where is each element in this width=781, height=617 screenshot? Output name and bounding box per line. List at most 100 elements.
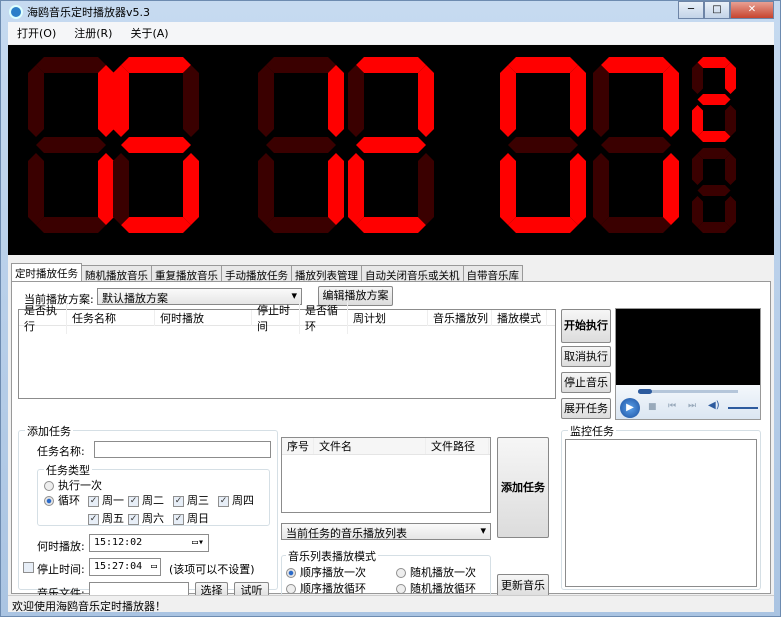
menu-about[interactable]: 关于(A) <box>121 25 177 41</box>
segment-b <box>328 65 344 137</box>
random-loop-radio[interactable] <box>396 584 406 594</box>
random-once-label: 随机播放一次 <box>410 566 476 579</box>
play-mode-legend: 音乐列表播放模式 <box>286 548 378 564</box>
day-label: 周日 <box>187 512 209 525</box>
segment-d <box>36 217 106 233</box>
segment-g <box>121 137 191 153</box>
segment-d <box>601 217 671 233</box>
day-5[interactable]: ✓ 周六 <box>128 510 164 526</box>
day-4[interactable]: ✓ 周五 <box>88 510 124 526</box>
close-button[interactable]: ✕ <box>730 1 774 19</box>
stop-music-button[interactable]: 停止音乐 <box>561 372 611 393</box>
task-type-legend: 任务类型 <box>44 462 92 478</box>
once-radio[interactable] <box>44 481 54 491</box>
tab-music-library[interactable]: 自带音乐库 <box>462 265 523 282</box>
segment-c <box>98 153 114 225</box>
day-1[interactable]: ✓ 周二 <box>128 492 164 508</box>
start-button[interactable]: 开始执行 <box>561 309 611 343</box>
col-playlist[interactable]: 音乐播放列 <box>428 309 492 326</box>
segment-b <box>183 65 199 137</box>
col-task-name[interactable]: 任务名称 <box>67 309 155 326</box>
segment-f <box>28 65 44 137</box>
day-checkbox[interactable]: ✓ <box>88 513 99 525</box>
segment-g <box>36 137 106 153</box>
stop-time-picker[interactable]: 15:27:04 ▭ <box>89 558 161 576</box>
day-checkbox[interactable]: ✓ <box>88 495 99 507</box>
col-file-name[interactable]: 文件名 <box>314 438 426 454</box>
segment-c <box>328 153 344 225</box>
segment-e <box>692 105 703 137</box>
volume-icon[interactable]: ◀) <box>708 400 720 411</box>
play-icon[interactable]: ▶ <box>620 398 640 418</box>
loop-label: 循环 <box>58 494 80 507</box>
col-index[interactable]: 序号 <box>282 438 314 454</box>
task-name-label: 任务名称: <box>37 445 85 458</box>
day-label: 周三 <box>187 494 209 507</box>
col-stop-time[interactable]: 停止时间 <box>252 301 300 334</box>
tab-timed-tasks[interactable]: 定时播放任务 <box>11 263 82 282</box>
play-time-picker[interactable]: 15:12:02 ▭▾ <box>89 534 209 552</box>
seek-bar[interactable] <box>638 389 738 394</box>
col-week-plan[interactable]: 周计划 <box>348 309 428 326</box>
playlist-select[interactable]: 当前任务的音乐播放列表 <box>281 523 491 540</box>
segment-a <box>121 57 191 73</box>
menu-bar: 打开(O) 注册(R) 关于(A) <box>8 22 774 44</box>
day-checkbox[interactable]: ✓ <box>218 495 229 507</box>
col-file-path[interactable]: 文件路径 <box>426 438 489 454</box>
next-icon[interactable]: ⏭ <box>688 401 696 411</box>
task-table: 是否执行 任务名称 何时播放 停止时间 是否循环 周计划 音乐播放列 播放模式 <box>18 301 556 399</box>
calendar-icon[interactable]: ▭ <box>151 561 157 572</box>
day-checkbox[interactable]: ✓ <box>173 495 184 507</box>
stop-time-note: (该项可以不设置) <box>169 563 255 576</box>
day-6[interactable]: ✓ 周日 <box>173 510 209 526</box>
task-name-input[interactable] <box>94 441 271 458</box>
stop-time-label: 停止时间: <box>37 563 85 576</box>
tab-auto-shutdown[interactable]: 自动关闭音乐或关机 <box>361 265 464 282</box>
day-label: 周五 <box>102 512 124 525</box>
day-2[interactable]: ✓ 周三 <box>173 492 209 508</box>
col-play-mode[interactable]: 播放模式 <box>492 309 547 326</box>
menu-register[interactable]: 注册(R) <box>65 25 121 41</box>
tab-bar: 定时播放任务 随机播放音乐 重复播放音乐 手动播放任务 播放列表管理 自动关闭音… <box>11 263 523 282</box>
col-enabled[interactable]: 是否执行 <box>19 301 67 334</box>
day-label: 周二 <box>142 494 164 507</box>
segment-f <box>692 62 703 94</box>
sequential-loop-radio[interactable] <box>286 584 296 594</box>
tab-manual-tasks[interactable]: 手动播放任务 <box>221 265 292 282</box>
expand-tasks-button[interactable]: 展开任务 <box>561 398 611 419</box>
tab-playlist-manage[interactable]: 播放列表管理 <box>291 265 362 282</box>
minimize-button[interactable]: ─ <box>678 1 704 19</box>
segment-g <box>266 137 336 153</box>
day-checkbox[interactable]: ✓ <box>128 513 139 525</box>
random-once-radio[interactable] <box>396 568 406 578</box>
loop-radio[interactable] <box>44 496 54 506</box>
monitor-list[interactable] <box>565 439 757 587</box>
segment-b <box>725 62 736 94</box>
menu-open[interactable]: 打开(O) <box>8 25 65 41</box>
col-play-time[interactable]: 何时播放 <box>155 309 252 326</box>
sequential-once-radio[interactable] <box>286 568 296 578</box>
segment-d <box>356 217 426 233</box>
add-task-button[interactable]: 添加任务 <box>497 437 549 538</box>
previous-icon[interactable]: ⏮ <box>668 401 676 411</box>
day-3[interactable]: ✓ 周四 <box>218 492 254 508</box>
timed-tasks-panel: 当前播放方案: 默认播放方案 编辑播放方案 是否执行 任务名称 何时播放 停止时… <box>11 281 771 600</box>
segment-d <box>697 222 731 233</box>
day-checkbox[interactable]: ✓ <box>173 513 184 525</box>
col-loop[interactable]: 是否循环 <box>300 301 348 334</box>
segment-e <box>348 153 364 225</box>
play-time-value: 15:12:02 <box>94 537 143 548</box>
segment-g <box>697 185 731 196</box>
maximize-button[interactable]: □ <box>704 1 730 19</box>
stop-icon[interactable]: ■ <box>648 402 657 412</box>
volume-slider[interactable] <box>728 407 758 409</box>
day-label: 周一 <box>102 494 124 507</box>
calendar-dropdown-icon[interactable]: ▭▾ <box>192 537 204 548</box>
stop-time-checkbox[interactable] <box>23 562 34 573</box>
tab-random-music[interactable]: 随机播放音乐 <box>81 265 152 282</box>
segment-e <box>113 153 129 225</box>
day-checkbox[interactable]: ✓ <box>128 495 139 507</box>
day-0[interactable]: ✓ 周一 <box>88 492 124 508</box>
cancel-button[interactable]: 取消执行 <box>561 346 611 367</box>
tab-repeat-music[interactable]: 重复播放音乐 <box>151 265 222 282</box>
